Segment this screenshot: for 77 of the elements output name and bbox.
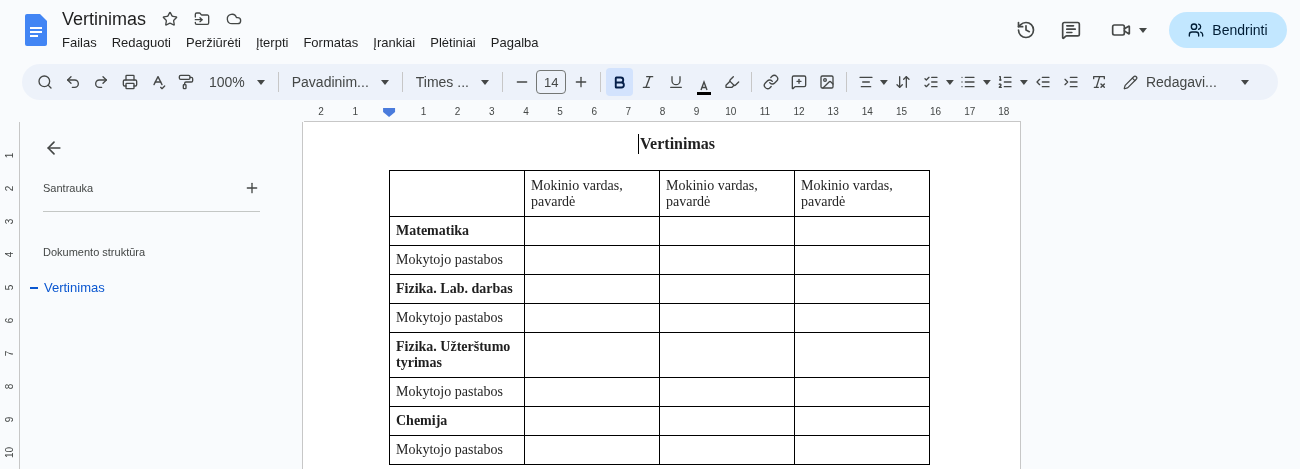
- caret-icon: [983, 79, 991, 85]
- caret-icon: [380, 79, 389, 85]
- history-icon[interactable]: [1016, 20, 1036, 40]
- document-heading: Vertinimas: [638, 134, 715, 154]
- outline-heading: Dokumento struktūra: [43, 244, 147, 260]
- caret-icon: [880, 79, 889, 85]
- ruler-number: 7: [624, 105, 633, 119]
- ruler-number: 1: [3, 152, 16, 159]
- font-dropdown[interactable]: Times ...: [407, 71, 497, 93]
- menu-item[interactable]: Plėtiniai: [430, 33, 476, 53]
- ruler-number: 3: [488, 105, 496, 119]
- ruler-number: 18: [997, 105, 1011, 119]
- table-cell: Mokytojo pastabos: [389, 303, 525, 333]
- editing-mode-dropdown[interactable]: Redagavi...: [1114, 71, 1257, 93]
- table-cell: Mokytojo pastabos: [389, 245, 525, 275]
- caret-icon: [1139, 27, 1147, 33]
- ruler-number: 1: [351, 105, 359, 119]
- ruler-number: 2: [453, 105, 462, 119]
- table-cell: Mokytojo pastabos: [389, 377, 525, 407]
- ruler-number: 17: [963, 105, 977, 119]
- ruler-number: 5: [3, 284, 16, 291]
- ruler-number: 13: [826, 105, 840, 119]
- share-button[interactable]: Bendrinti: [1169, 12, 1287, 48]
- ruler-number: 14: [860, 105, 874, 119]
- ruler-number: 12: [792, 105, 806, 119]
- table-header-cell: Mokinio vardas, pavardė: [659, 170, 795, 217]
- menu-item[interactable]: Redaguoti: [111, 33, 171, 53]
- ruler-number: 15: [894, 105, 908, 119]
- ruler-number: 2: [3, 185, 16, 192]
- ruler-number: 2: [317, 105, 325, 119]
- caret-icon: [1240, 79, 1249, 85]
- folder-move-icon[interactable]: [194, 11, 211, 28]
- ruler-number: 4: [3, 251, 16, 258]
- table-cell: Chemija: [389, 406, 525, 436]
- menu-item[interactable]: Failas: [62, 33, 97, 53]
- ruler-number: 7: [3, 350, 16, 357]
- table-cell: Mokytojo pastabos: [389, 435, 525, 465]
- font-size-field[interactable]: 14: [536, 70, 567, 94]
- zoom-dropdown[interactable]: 100%: [200, 71, 273, 93]
- menu-item[interactable]: Pagalba: [490, 33, 539, 53]
- ruler-number: 16: [929, 105, 943, 119]
- summary-label: Santrauka: [43, 181, 94, 196]
- table-cell: Fizika. Užterštumo tyrimas: [389, 332, 525, 378]
- ruler-number: 6: [3, 317, 16, 324]
- outline-item[interactable]: Vertinimas: [30, 278, 302, 298]
- caret-icon: [1020, 79, 1028, 85]
- ruler-number: 8: [3, 383, 16, 390]
- style-dropdown[interactable]: Pavadinim...: [283, 71, 397, 93]
- ruler-number: 10: [3, 446, 16, 459]
- star-icon[interactable]: [162, 11, 179, 28]
- people-icon: [1188, 22, 1205, 38]
- ruler-number: 8: [658, 105, 667, 119]
- ruler-number: 4: [522, 105, 530, 119]
- table-cell: Fizika. Lab. darbas: [389, 274, 525, 304]
- ruler-number: 5: [556, 105, 564, 119]
- table-cell: Matematika: [389, 216, 525, 246]
- menu-item[interactable]: Įterpti: [255, 33, 289, 53]
- caret-icon: [945, 79, 954, 85]
- menu-item[interactable]: Formatas: [303, 33, 359, 53]
- menu-item[interactable]: Peržiūrėti: [185, 33, 241, 53]
- ruler-number: 9: [692, 105, 701, 119]
- table-header-cell: Mokinio vardas, pavardė: [524, 170, 660, 217]
- comment-icon[interactable]: [1061, 20, 1081, 40]
- ruler-number: 11: [758, 105, 772, 119]
- ruler-number: 1: [419, 105, 428, 119]
- table-header-cell: Mokinio vardas, pavardė: [794, 170, 930, 217]
- ruler-number: 10: [724, 105, 738, 119]
- menu-item[interactable]: Įrankiai: [373, 33, 416, 53]
- caret-icon: [256, 79, 265, 85]
- pencil-icon: [1122, 74, 1138, 90]
- ruler-number: 3: [3, 218, 16, 225]
- ruler-number: 9: [3, 416, 16, 423]
- ruler-number: 6: [590, 105, 598, 119]
- document-title[interactable]: Vertinimas: [62, 7, 147, 32]
- document-app-icon[interactable]: [25, 14, 47, 46]
- caret-icon: [480, 79, 489, 85]
- bold-button[interactable]: [605, 68, 633, 96]
